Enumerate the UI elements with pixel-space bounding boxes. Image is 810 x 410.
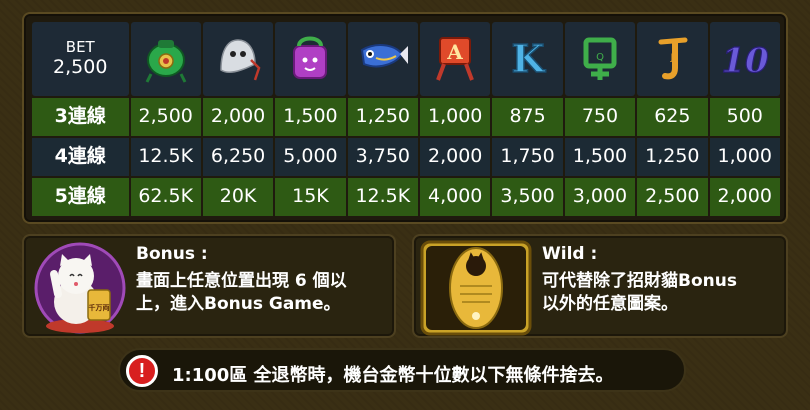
card-a-icon: A (436, 36, 475, 81)
payout-value: 3,750 (347, 137, 419, 176)
card-j-letter: J (670, 53, 674, 63)
card-q-letter: Q (596, 52, 604, 63)
payout-row-4: 4連線 12.5K 6,250 5,000 3,750 2,000 1,750 … (32, 137, 780, 176)
payout-value: 2,000 (202, 97, 274, 136)
payout-value: 15K (275, 177, 346, 216)
symbol-cell (347, 22, 419, 96)
lucky-bag-icon (145, 39, 187, 83)
payout-value: 500 (709, 97, 780, 136)
payout-row-3: 3連線 2,500 2,000 1,500 1,250 1,000 875 75… (32, 97, 780, 136)
payout-value: 1,750 (492, 137, 563, 176)
alert-icon: ! (126, 355, 158, 387)
payout-value: 2,000 (420, 137, 491, 176)
wild-desc-line2: 以外的任意圖案。 (542, 294, 678, 314)
purple-pouch-icon (293, 36, 328, 79)
symbol-cell (202, 22, 274, 96)
paytable: BET 2,500 A K Q J 10 3連線 2,500 2,000 1,5… (30, 20, 782, 218)
payout-value: 62.5K (130, 177, 201, 216)
payout-value: 6,250 (202, 137, 274, 176)
paytable-panel: BET 2,500 A K Q J 10 3連線 2,500 2,000 1,5… (22, 12, 788, 224)
payout-value: 2,000 (709, 177, 780, 216)
symbol-cell: J (637, 22, 708, 96)
payout-value: 750 (564, 97, 636, 136)
wild-desc-line1: 可代替除了招財貓Bonus (542, 271, 737, 291)
payout-value: 4,000 (420, 177, 491, 216)
payout-value: 20K (202, 177, 274, 216)
carp-streamer-icon (360, 44, 408, 68)
bet-label: BET (65, 38, 95, 57)
card-a-letter: A (446, 40, 463, 64)
bet-value: 2,500 (53, 56, 108, 79)
payout-value: 12.5K (130, 137, 201, 176)
notice-bar: ! 1:100區 全退幣時，機台金幣十位數以下無條件捨去。 (118, 348, 686, 392)
row-label: 5連線 (32, 177, 129, 216)
payout-value: 3,500 (492, 177, 563, 216)
card-k-letter: K (511, 36, 546, 81)
payout-row-5: 5連線 62.5K 20K 15K 12.5K 4,000 3,500 3,00… (32, 177, 780, 216)
payout-value: 625 (637, 97, 708, 136)
ghost-charm-icon (220, 39, 261, 81)
row-label: 3連線 (32, 97, 129, 136)
card-k-icon: K (510, 35, 547, 82)
payout-value: 2,500 (637, 177, 708, 216)
wild-title: Wild : (542, 244, 598, 264)
bonus-info-panel: 千万両 Bonus : 畫面上任意位置出現 6 個以 上，進入Bonus Gam… (22, 234, 396, 338)
payout-value: 5,000 (275, 137, 346, 176)
symbol-cell: A (420, 22, 491, 96)
payout-value: 2,500 (130, 97, 201, 136)
payout-value: 1,250 (637, 137, 708, 176)
payout-value: 3,000 (564, 177, 636, 216)
bonus-desc-line1: 畫面上任意位置出現 6 個以 (136, 271, 347, 291)
payout-value: 1,000 (709, 137, 780, 176)
koban-label: 千万両 (89, 303, 110, 312)
payout-value: 12.5K (347, 177, 419, 216)
payout-value: 875 (492, 97, 563, 136)
gold-coin-icon (420, 240, 532, 336)
card-10-letter: 10 (721, 41, 769, 81)
wild-info-panel: Wild : 可代替除了招財貓Bonus 以外的任意圖案。 (412, 234, 788, 338)
symbol-cell: Q (564, 22, 636, 96)
symbol-cell: K (492, 22, 563, 96)
paytable-header-row: BET 2,500 A K Q J 10 (32, 22, 780, 96)
symbol-cell (275, 22, 346, 96)
bet-cell: BET 2,500 (32, 22, 129, 96)
symbol-cell (130, 22, 201, 96)
payout-value: 1,000 (420, 97, 491, 136)
symbol-cell: 10 (709, 22, 780, 96)
payout-value: 1,500 (564, 137, 636, 176)
card-10-icon: 10 (720, 40, 769, 81)
bonus-title: Bonus : (136, 244, 208, 264)
bonus-desc-line2: 上，進入Bonus Game。 (136, 294, 341, 314)
card-q-icon: Q (583, 37, 617, 80)
payout-value: 1,250 (347, 97, 419, 136)
card-j-icon: J (658, 37, 688, 80)
row-label: 4連線 (32, 137, 129, 176)
notice-text: 1:100區 全退幣時，機台金幣十位數以下無條件捨去。 (172, 365, 614, 386)
payout-value: 1,500 (275, 97, 346, 136)
lucky-cat-icon: 千万両 (34, 242, 126, 334)
